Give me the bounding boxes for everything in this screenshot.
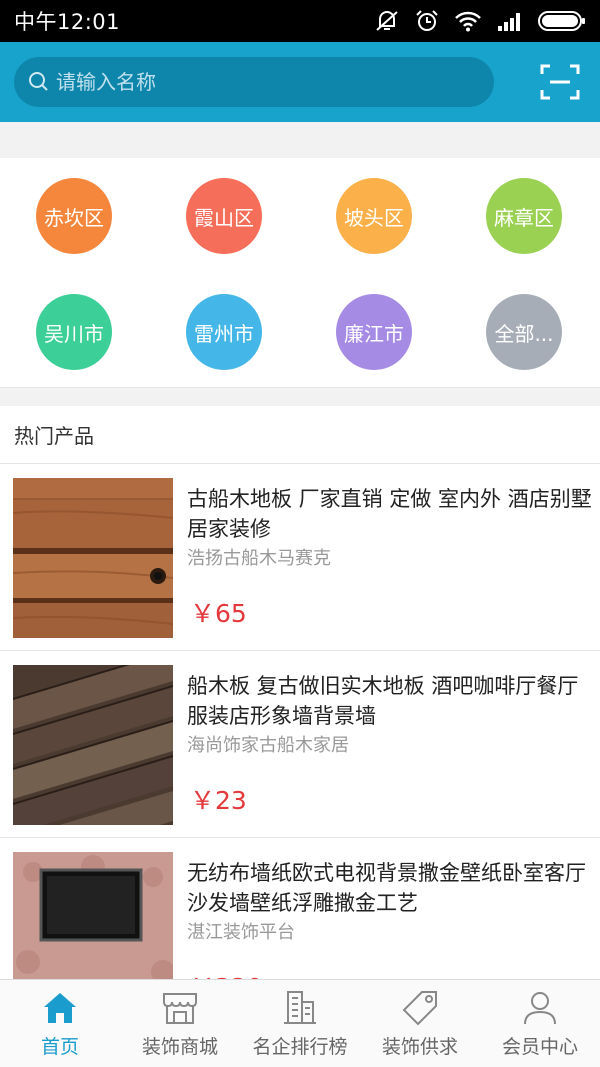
tab-store[interactable]: 装饰商城: [120, 980, 240, 1067]
product-image: [13, 665, 173, 825]
tab-supply-demand[interactable]: 装饰供求: [360, 980, 480, 1067]
store-icon: [163, 993, 197, 1024]
tab-label: 名企排行榜: [252, 1036, 348, 1058]
section-title: 热门产品: [14, 424, 94, 448]
region-grid: 赤坎区 霞山区 坡头区 麻章区 吴川市 雷州市 廉江市 全部...: [0, 158, 600, 388]
building-icon: [284, 991, 316, 1024]
mute-icon: [376, 11, 398, 31]
region-mazhang[interactable]: 麻章区: [486, 178, 562, 254]
region-all[interactable]: 全部...: [486, 294, 562, 370]
home-icon: [44, 993, 76, 1023]
search-icon: [29, 72, 48, 91]
tab-label: 首页: [40, 1036, 79, 1058]
tab-label: 会员中心: [501, 1036, 578, 1058]
list-item[interactable]: 船木板 复古做旧实木地板 酒吧咖啡厅餐厅服装店形象墙背景墙 海尚饰家古船木家居 …: [0, 651, 600, 838]
scan-button[interactable]: [540, 64, 580, 100]
alarm-icon: [416, 10, 438, 31]
status-time: 中午12:01: [14, 10, 121, 34]
search-input[interactable]: [56, 70, 456, 94]
region-leizhou[interactable]: 雷州市: [186, 294, 262, 370]
scan-icon: [540, 64, 580, 100]
bottom-tab-bar: 首页 装饰商城 名企排行榜 装饰供求 会员中心: [0, 979, 600, 1067]
tab-label: 装饰商城: [141, 1036, 218, 1058]
tab-member[interactable]: 会员中心: [480, 980, 600, 1067]
list-item[interactable]: 古船木地板 厂家直销 定做 室内外 酒店别墅 居家装修 浩扬古船木马赛克 ￥65: [0, 464, 600, 651]
tab-ranking[interactable]: 名企排行榜: [240, 980, 360, 1067]
product-shop: 浩扬古船木马赛克: [187, 548, 331, 569]
tab-label: 装饰供求: [381, 1036, 458, 1058]
product-image: [13, 478, 173, 638]
product-shop: 海尚饰家古船木家居: [187, 735, 349, 756]
list-item[interactable]: 无纺布墙纸欧式电视背景撒金壁纸卧室客厅沙发墙壁纸浮雕撒金工艺 湛江装饰平台 ￥3…: [0, 838, 600, 979]
region-lianjiang[interactable]: 廉江市: [336, 294, 412, 370]
tag-icon: [402, 991, 437, 1026]
region-xiashan[interactable]: 霞山区: [186, 178, 262, 254]
signal-icon: [498, 13, 520, 31]
region-wuchuan[interactable]: 吴川市: [36, 294, 112, 370]
battery-icon: [538, 11, 585, 31]
status-bar: 中午12:01: [0, 0, 600, 42]
region-potou[interactable]: 坡头区: [336, 178, 412, 254]
product-title: 无纺布墙纸欧式电视背景撒金壁纸卧室客厅沙发墙壁纸浮雕撒金工艺: [187, 861, 586, 915]
product-shop: 湛江装饰平台: [187, 922, 295, 943]
product-title: 古船木地板 厂家直销 定做 室内外 酒店别墅 居家装修: [187, 487, 592, 541]
hot-products-heading: 热门产品: [0, 406, 600, 464]
product-price: ￥65: [190, 599, 247, 628]
tab-home[interactable]: 首页: [0, 980, 120, 1067]
search-box[interactable]: [14, 57, 494, 107]
product-image: [13, 852, 173, 979]
wifi-icon: [455, 11, 481, 32]
product-price: ￥320: [190, 968, 263, 979]
product-price: ￥23: [190, 786, 247, 815]
user-icon: [524, 992, 556, 1025]
spacer: [0, 122, 600, 158]
product-title: 船木板 复古做旧实木地板 酒吧咖啡厅餐厅服装店形象墙背景墙: [187, 674, 579, 728]
header: [0, 42, 600, 122]
status-icons: [374, 9, 586, 33]
region-chikan[interactable]: 赤坎区: [36, 178, 112, 254]
product-list: 古船木地板 厂家直销 定做 室内外 酒店别墅 居家装修 浩扬古船木马赛克 ￥65…: [0, 464, 600, 979]
